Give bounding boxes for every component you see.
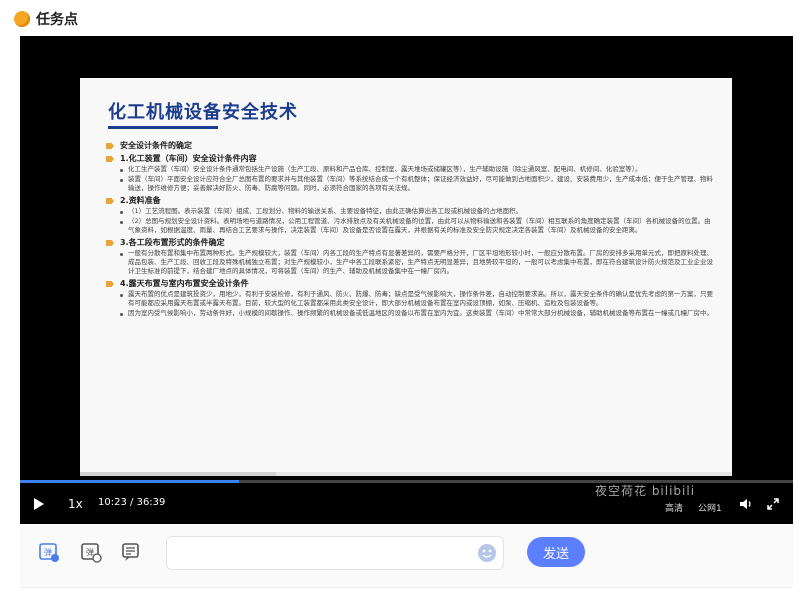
time-display: 10:23 / 36:39 [98,497,165,508]
player-controls: 1x 10:23 / 36:39 高清 公网1 [20,480,793,524]
video-player[interactable]: 化工机械设备安全技术 安全设计条件的确定 1.化工装置（车间）安全设计条件内容化工… [20,36,793,524]
section-marker-icon [106,143,114,149]
danmaku-input[interactable] [166,536,504,570]
video-progress-track[interactable] [20,480,793,483]
bullet-text: （2）总图与规划安全设计资料。表明场地与道路情况，公用工程管道、污水排放点及有关… [128,217,711,234]
bottom-toolbar: 弹 弹 发送 [20,525,793,588]
bullet-text: 露天布置的优点是建筑投资少，用地少，有利于安装检修，有利于通风、防火、防爆、防毒… [128,290,713,307]
task-point-header: 任务点 [14,6,78,32]
bullet-item: 露天布置的优点是建筑投资少，用地少，有利于安装检修，有利于通风、防火、防爆、防毒… [106,290,716,308]
task-point-title: 任务点 [36,12,78,28]
svg-text:弹: 弹 [44,547,52,557]
bullet-dot-icon [120,253,123,256]
svg-text:弹: 弹 [86,547,94,557]
quality-button[interactable]: 高清 [665,501,683,514]
bullet-dot-icon [120,211,123,214]
slide-section: 安全设计条件的确定 [106,141,716,151]
section-heading: 2.资料准备 [120,196,161,205]
video-progress-fill [20,480,239,483]
slide-title: 化工机械设备安全技术 [108,102,298,123]
section-marker-icon [106,198,114,204]
bullet-dot-icon [120,179,123,182]
danmaku-toggle-icon[interactable]: 弹 [38,541,60,563]
danmaku-settings-icon[interactable]: 弹 [80,541,102,563]
section-marker-icon [106,240,114,246]
slide-progress-bar [80,472,732,476]
fullscreen-icon[interactable] [766,497,780,511]
time-separator: / [130,497,134,508]
bullet-text: 装置（车间）平面安全设计应符合全厂总图布置的要求并与其他装置（车间）等系统结合成… [128,175,713,192]
bullet-text: 化工生产装置（车间）安全设计条件通常包括生产设施（生产工段、原料和产品仓库、控制… [128,165,642,173]
bullet-dot-icon [120,221,123,224]
section-heading: 1.化工装置（车间）安全设计条件内容 [120,154,257,163]
slide-section: 4.露天布置与室内布置安全设计条件 [106,279,716,289]
danmaku-list-icon[interactable] [120,541,142,563]
section-heading: 4.露天布置与室内布置安全设计条件 [120,279,249,288]
current-time: 10:23 [98,497,127,508]
section-marker-icon [106,156,114,162]
title-underline [108,126,218,129]
play-icon[interactable] [34,498,44,510]
bullet-dot-icon [120,313,123,316]
bullet-item: （1）工艺流程图。表示装置（车间）组成、工段划分、物料的输送关系、主要设备特征，… [106,207,716,216]
bullet-item: （2）总图与规划安全设计资料。表明场地与道路情况，公用工程管道、污水排放点及有关… [106,217,716,235]
volume-icon[interactable] [739,497,753,511]
speed-button[interactable]: 1x [68,497,83,511]
slide-content: 化工机械设备安全技术 安全设计条件的确定 1.化工装置（车间）安全设计条件内容化工… [80,78,732,476]
slide-section: 1.化工装置（车间）安全设计条件内容 [106,154,716,164]
send-button[interactable]: 发送 [527,537,585,567]
line-select-button[interactable]: 公网1 [698,501,722,514]
bullet-text: 一般有分散布置和集中布置两种形式。生产规模较大，装置（车间）内各工段的生产特点有… [128,249,713,275]
bullet-dot-icon [120,169,123,172]
emoji-icon[interactable] [477,543,497,563]
section-heading: 安全设计条件的确定 [120,141,192,150]
slide-section: 3.各工段布置形式的条件确定 [106,238,716,248]
bullet-item: 因为室内受气候影响小，劳动条件好，小规模的间歇操作、操作频繁的机械设备或低温地区… [106,309,716,318]
duration: 36:39 [136,497,166,508]
bullet-item: 装置（车间）平面安全设计应符合全厂总图布置的要求并与其他装置（车间）等系统结合成… [106,175,716,193]
slide-body: 安全设计条件的确定 1.化工装置（车间）安全设计条件内容化工生产装置（车间）安全设… [106,138,716,318]
bullet-item: 一般有分散布置和集中布置两种形式。生产规模较大，装置（车间）内各工段的生产特点有… [106,249,716,276]
section-marker-icon [106,281,114,287]
bullet-text: （1）工艺流程图。表示装置（车间）组成、工段划分、物料的输送关系、主要设备特征，… [128,207,523,215]
slide-section: 2.资料准备 [106,196,716,206]
task-point-icon [14,11,30,27]
bullet-item: 化工生产装置（车间）安全设计条件通常包括生产设施（生产工段、原料和产品仓库、控制… [106,165,716,174]
bullet-dot-icon [120,294,123,297]
section-heading: 3.各工段布置形式的条件确定 [120,238,225,247]
bullet-text: 因为室内受气候影响小，劳动条件好，小规模的间歇操作、操作频繁的机械设备或低温地区… [128,309,713,317]
